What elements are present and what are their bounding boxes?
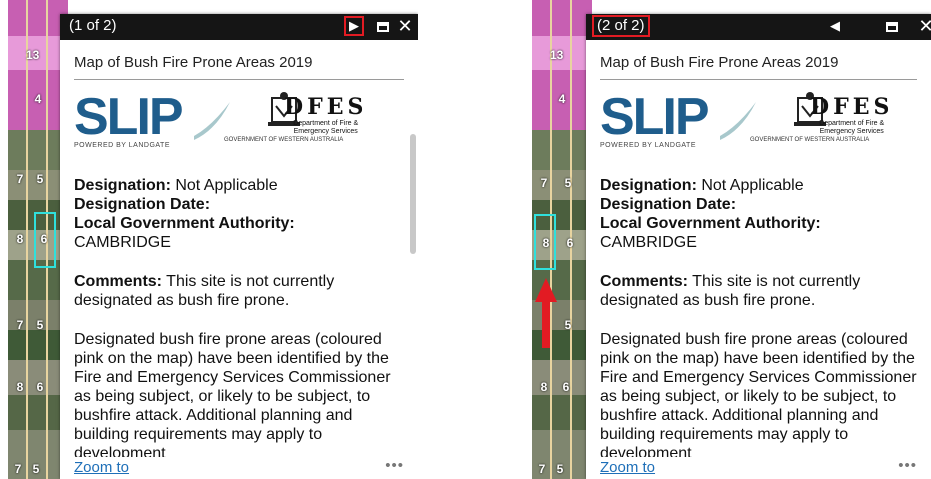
close-icon: ✕ [918, 16, 931, 36]
slip-logo: SLIP POWERED BY LANDGATE [600, 88, 710, 149]
logo-strip: SLIP POWERED BY LANDGATE GOVERNMENT OF W… [74, 86, 404, 162]
scrollbar-thumb[interactable] [410, 134, 416, 254]
map-lot-label: 5 [36, 318, 44, 332]
dfes-logo: DFES Department of Fire & Emergency Serv… [284, 94, 368, 135]
next-feature-button[interactable]: ▶ [344, 16, 364, 36]
designation-label: Designation: [600, 177, 697, 194]
comments-label: Comments: [600, 273, 689, 290]
map-lot-label: 8 [16, 380, 24, 394]
zoom-to-link[interactable]: Zoom to [600, 459, 655, 476]
designation-label: Designation: [74, 177, 171, 194]
map-lot-label: 6 [36, 380, 44, 394]
popup-title-bar: (2 of 2) ◀ ✕ [586, 14, 931, 40]
map-lot-label: 8 [540, 380, 548, 394]
lga-value: CAMBRIDGE [74, 234, 171, 251]
close-button[interactable]: ✕ [396, 17, 414, 35]
map-lot-label: 5 [564, 176, 572, 190]
designation-date-label: Designation Date: [600, 196, 737, 213]
selected-parcel-outline [34, 212, 56, 268]
comments-label: Comments: [74, 273, 163, 290]
designation-value: Not Applicable [701, 177, 804, 194]
map-lot-label: 5 [556, 462, 564, 476]
logo-strip: SLIP POWERED BY LANDGATE GOVERNMENT OF W… [600, 86, 917, 162]
map-background[interactable]: 13 4 7 5 8 6 7 5 8 6 7 5 [8, 0, 68, 479]
maximize-button[interactable] [374, 17, 392, 35]
red-up-arrow-icon [535, 278, 557, 348]
zoom-to-link[interactable]: Zoom to [74, 459, 129, 476]
lga-label: Local Government Authority: [74, 215, 295, 232]
slip-logo: SLIP POWERED BY LANDGATE [74, 88, 184, 149]
maximize-icon [886, 22, 898, 32]
popup-footer: Zoom to ••• [60, 457, 418, 479]
attribute-fields: Designation: Not Applicable Designation … [600, 176, 917, 457]
feature-counter: (2 of 2) [592, 15, 650, 37]
screenshot-popup-1: 13 4 7 5 8 6 7 5 8 6 7 5 (1 of 2) ▶ ✕ Ma… [8, 0, 418, 479]
screenshot-popup-2: 13 4 7 5 8 6 5 8 6 7 5 (2 of 2) ◀ ✕ Map … [532, 0, 931, 479]
previous-feature-button[interactable]: ◀ [825, 16, 845, 36]
designation-value: Not Applicable [175, 177, 278, 194]
feature-popup: (1 of 2) ▶ ✕ Map of Bush Fire Prone Area… [60, 14, 418, 479]
designation-date-label: Designation Date: [74, 196, 211, 213]
map-lot-label: 5 [32, 462, 40, 476]
feature-counter: (1 of 2) [69, 17, 117, 34]
attribute-fields: Designation: Not Applicable Designation … [74, 176, 404, 457]
map-lot-label: 6 [562, 380, 570, 394]
layer-title: Map of Bush Fire Prone Areas 2019 [600, 54, 917, 80]
map-lot-label: 5 [36, 172, 44, 186]
map-lot-label: 4 [558, 92, 566, 106]
map-lot-label: 7 [16, 318, 24, 332]
map-lot-label: 7 [538, 462, 546, 476]
close-icon: ✕ [397, 16, 413, 36]
popup-content[interactable]: Map of Bush Fire Prone Areas 2019 SLIP P… [600, 40, 917, 457]
layer-title: Map of Bush Fire Prone Areas 2019 [74, 54, 404, 80]
more-options-button[interactable]: ••• [385, 457, 404, 474]
map-lot-label: 5 [564, 318, 572, 332]
map-lot-label: 8 [16, 232, 24, 246]
map-background[interactable]: 13 4 7 5 8 6 5 8 6 7 5 [532, 0, 592, 479]
map-lot-label: 4 [34, 92, 42, 106]
next-arrow-icon: ▶ [349, 18, 359, 33]
popup-footer: Zoom to ••• [586, 457, 931, 479]
maximize-button[interactable] [883, 17, 901, 35]
lga-label: Local Government Authority: [600, 215, 821, 232]
description-paragraph: Designated bush fire prone areas (colour… [74, 331, 391, 457]
previous-arrow-icon: ◀ [830, 18, 840, 33]
feature-popup: (2 of 2) ◀ ✕ Map of Bush Fire Prone Area… [586, 14, 931, 479]
description-paragraph: Designated bush fire prone areas (colour… [600, 331, 917, 457]
selected-parcel-outline [534, 214, 556, 270]
popup-content[interactable]: Map of Bush Fire Prone Areas 2019 SLIP P… [74, 40, 404, 457]
map-lot-label: 7 [16, 172, 24, 186]
more-options-button[interactable]: ••• [898, 457, 917, 474]
map-lot-label: 6 [566, 236, 574, 250]
lga-value: CAMBRIDGE [600, 234, 697, 251]
dfes-logo: DFES Department of Fire & Emergency Serv… [810, 94, 894, 135]
map-lot-label: 13 [550, 48, 564, 62]
map-lot-label: 7 [14, 462, 22, 476]
map-lot-label: 7 [540, 176, 548, 190]
popup-title-bar: (1 of 2) ▶ ✕ [60, 14, 418, 40]
map-lot-label: 13 [26, 48, 40, 62]
maximize-icon [377, 22, 389, 32]
close-button[interactable]: ✕ [917, 17, 931, 35]
